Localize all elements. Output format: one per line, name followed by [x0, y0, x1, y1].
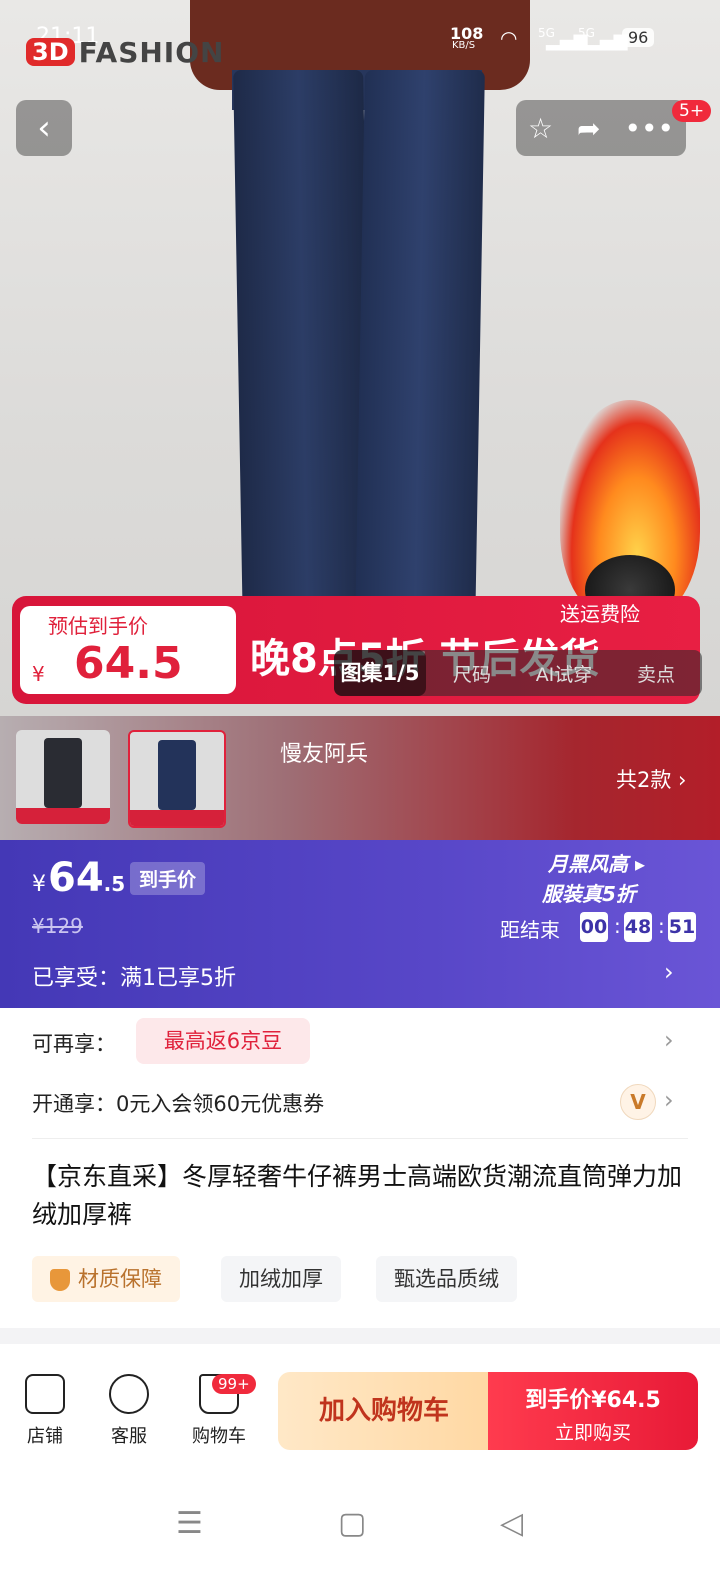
campaign-line1[interactable]: 月黑风高 ▸ [548, 848, 645, 877]
countdown-label: 距结束 [500, 918, 560, 942]
variant-thumb-blue[interactable] [128, 730, 226, 828]
price-value: 64.5 [48, 855, 125, 901]
smile-icon [109, 1374, 149, 1414]
promo-label: 预估到手价 [48, 614, 148, 638]
top-action-bar: ☆ ➦ ••• [516, 100, 686, 156]
back-button[interactable]: ‹ [16, 100, 72, 156]
star-icon[interactable]: ☆ [528, 112, 553, 145]
shipping-insurance: 送运费险 [560, 602, 640, 626]
chevron-right-icon[interactable]: › [664, 1086, 674, 1114]
tab-size[interactable]: 尺码 [426, 660, 518, 687]
menu-icon[interactable]: ☰ [176, 1506, 203, 1541]
wifi-icon: ◠ [500, 26, 518, 50]
price-integer: 64 [48, 855, 104, 901]
countdown-minutes: 48 [624, 912, 652, 942]
shield-icon [50, 1269, 70, 1291]
buy-now-price: 到手价¥64.5 [525, 1388, 661, 1413]
feature-tag-quality[interactable]: 材质保障 [32, 1256, 180, 1302]
promo-price: 64.5 [74, 638, 183, 689]
feature-tag-fleece[interactable]: 加绒加厚 [221, 1256, 341, 1302]
net-unit: KB/S [452, 40, 476, 51]
thumb-banner [130, 810, 224, 826]
countdown-seconds: 51 [668, 912, 696, 942]
variant-thumb-black[interactable] [16, 730, 110, 824]
promo-currency: ¥ [32, 662, 45, 686]
customer-service-button[interactable]: 客服 [94, 1374, 164, 1448]
thumb-jeans [158, 740, 196, 810]
battery-indicator: 96 [622, 28, 655, 47]
buy-now-label: 立即购买 [554, 1422, 631, 1444]
jeans-left-leg [233, 70, 373, 630]
back-nav-icon[interactable]: ◁ [500, 1506, 523, 1541]
extra-benefit-label: 可再享： [32, 1032, 116, 1056]
logo-text: FASHION [78, 35, 225, 69]
variant-count-link[interactable]: 共2款 › [616, 764, 686, 794]
product-title: 【京东直采】冬厚轻奢牛仔裤男士高端欧货潮流直筒弹力加绒加厚裤 [32, 1162, 683, 1229]
share-icon[interactable]: ➦ [577, 112, 600, 145]
jeans-right-leg [355, 70, 485, 630]
cart-badge: 99+ [212, 1374, 256, 1394]
store-button[interactable]: 店铺 [10, 1374, 80, 1448]
tab-gallery[interactable]: 图集1/5 [334, 650, 426, 696]
chevron-left-icon: ‹ [37, 108, 51, 148]
notification-badge: 5+ [672, 100, 712, 122]
feature-label: 材质保障 [78, 1267, 162, 1291]
feature-tag-premium[interactable]: 甄选品质绒 [376, 1256, 517, 1302]
enjoyed-discount[interactable]: 已享受：满1已享5折 [32, 960, 236, 992]
more-icon[interactable]: ••• [624, 112, 674, 145]
thumb-jeans [44, 738, 82, 808]
tab-selling-points[interactable]: 卖点 [610, 660, 702, 687]
vip-icon: V [620, 1084, 656, 1120]
countdown-colon: : [614, 914, 621, 938]
buy-now-button[interactable]: 到手价¥64.5 立即购买 [488, 1372, 698, 1450]
thumb-banner [16, 808, 110, 824]
store-label: 店铺 [27, 1426, 63, 1447]
countdown-hours: 00 [580, 912, 608, 942]
price-tag: 到手价 [130, 862, 206, 895]
chevron-right-icon[interactable]: › [664, 958, 674, 986]
add-to-cart-button[interactable]: 加入购物车 [278, 1372, 490, 1450]
store-icon [25, 1374, 65, 1414]
gallery-tabs: 图集1/5 尺码 AI试穿 卖点 [334, 650, 702, 696]
chevron-right-icon[interactable]: › [664, 1026, 674, 1054]
brand-logo: 3D FASHION [26, 34, 224, 70]
service-label: 客服 [111, 1426, 147, 1447]
campaign-line2: 服装真5折 [542, 882, 636, 906]
membership-offer[interactable]: 开通享：0元入会领60元优惠券 [32, 1088, 324, 1118]
original-price: ¥129 [32, 914, 83, 938]
shop-name: 慢友阿兵 [280, 742, 369, 767]
countdown-colon: : [658, 914, 665, 938]
tab-ai-tryon[interactable]: AI试穿 [518, 660, 610, 687]
price-decimal: .5 [103, 872, 126, 896]
home-icon[interactable]: ▢ [338, 1506, 366, 1541]
divider [32, 1138, 688, 1139]
price-currency: ¥ [32, 872, 46, 897]
jingdou-tag[interactable]: 最高返6京豆 [136, 1018, 310, 1064]
cart-label: 购物车 [192, 1426, 246, 1447]
logo-badge: 3D [26, 38, 75, 66]
